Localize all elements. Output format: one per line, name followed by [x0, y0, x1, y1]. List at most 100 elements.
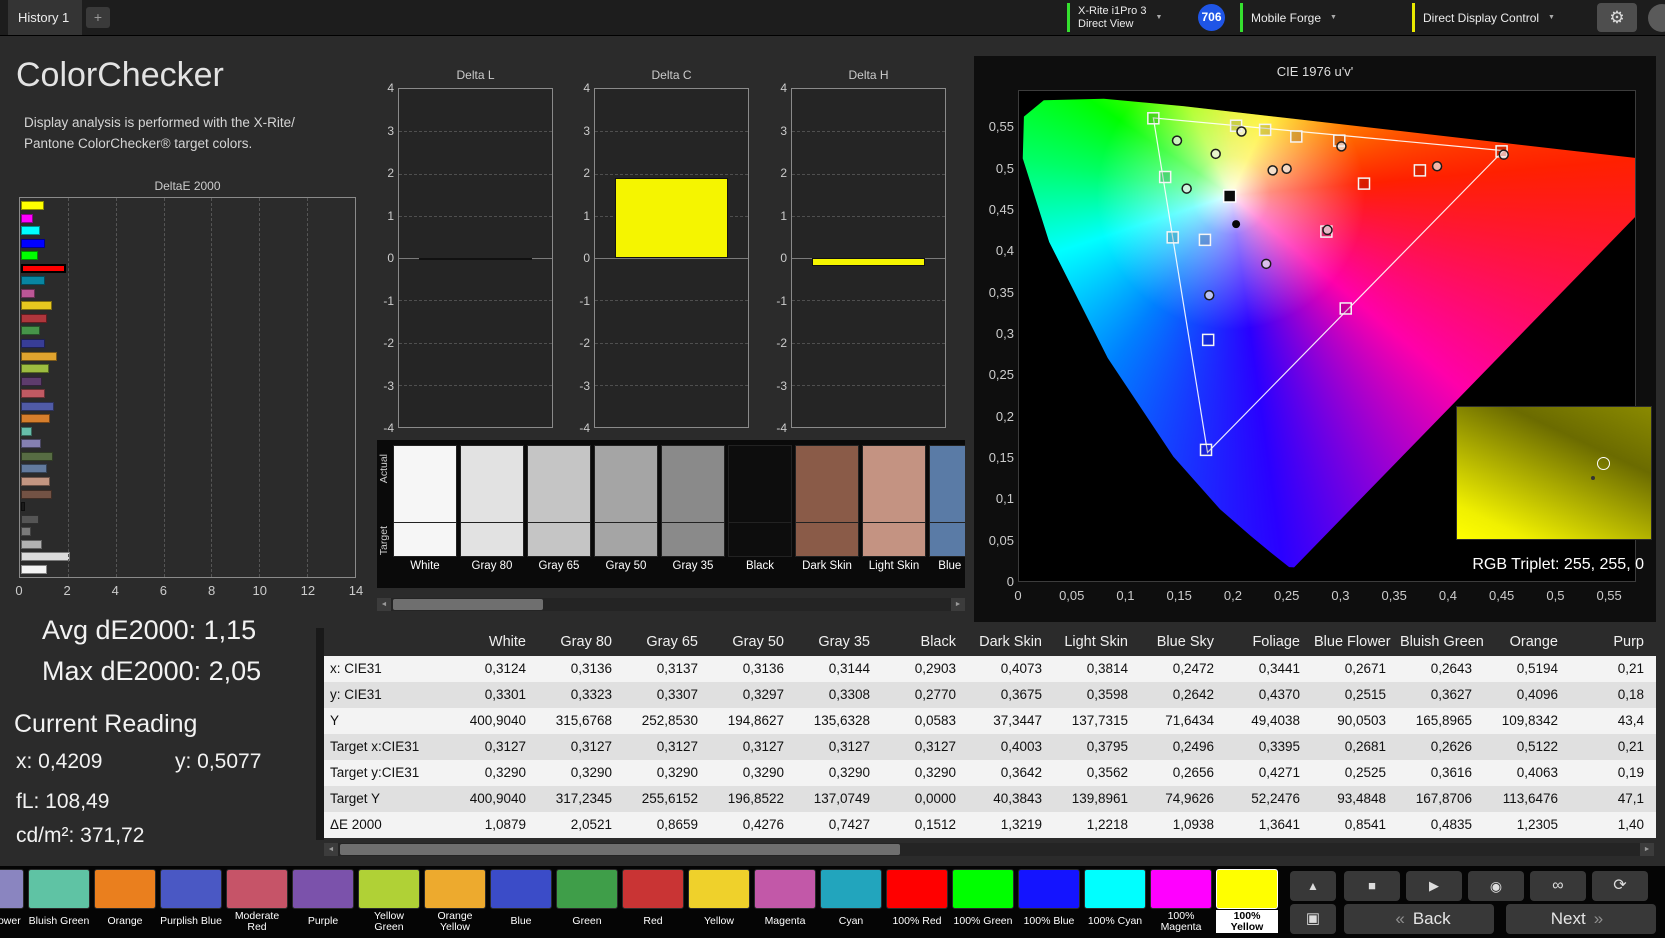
scrollbar-thumb[interactable]: [340, 844, 900, 855]
display-control-status-bar: [1412, 3, 1415, 32]
patch-button-100-yellow[interactable]: 100% Yellow: [1216, 869, 1278, 933]
table-cell: 135,6328: [798, 708, 884, 734]
gridline: [792, 300, 945, 302]
meter-mode: Direct View: [1078, 17, 1134, 30]
capture-button[interactable]: ◉: [1468, 871, 1524, 901]
axis-tick-label: 0,55: [1596, 588, 1622, 603]
current-measurement-marker: [1232, 220, 1241, 229]
table-header-cell: Light Skin: [1064, 634, 1128, 650]
table-header-cell: White: [488, 634, 526, 650]
scroll-left-icon[interactable]: ◄: [377, 598, 391, 611]
patch-button-100-red[interactable]: 100% Red: [886, 869, 948, 933]
patch-button-100-magenta[interactable]: 100% Magenta: [1150, 869, 1212, 933]
next-button[interactable]: Next»: [1506, 904, 1656, 934]
table-cell: 0,3675: [970, 682, 1056, 708]
axis-tick-label: 2: [63, 583, 71, 598]
swatch-scrollbar[interactable]: ◄ ►: [377, 598, 965, 611]
patch-swatch: [688, 869, 750, 909]
table-cell: 0,4835: [1400, 812, 1486, 838]
patch-button-100-blue[interactable]: 100% Blue: [1018, 869, 1080, 933]
continuous-loop-button[interactable]: ∞: [1530, 871, 1586, 901]
chevron-down-icon[interactable]: ▼: [1330, 14, 1337, 21]
table-cell: 1,40: [1572, 812, 1656, 838]
patch-button-yellow-green[interactable]: Yellow Green: [358, 869, 420, 933]
capture-icon: ◉: [1489, 878, 1503, 894]
scroll-right-icon[interactable]: ►: [1640, 843, 1654, 856]
axis-tick-label: 0: [780, 251, 787, 265]
table-scrollbar[interactable]: ◄ ►: [324, 843, 1654, 856]
patch-button-moderate-red[interactable]: Moderate Red: [226, 869, 288, 933]
patch-label: Cyan: [838, 915, 864, 927]
mini-chart-title: Delta L: [456, 68, 495, 82]
target-marker: [1158, 170, 1172, 184]
axis-tick-label: 6: [159, 583, 168, 598]
patch-button-magenta[interactable]: Magenta: [754, 869, 816, 933]
deltae-bar: [21, 301, 52, 311]
display-control-selector[interactable]: Direct Display Control ▼: [1412, 0, 1590, 35]
patch-button-bluish-green[interactable]: Bluish Green: [28, 869, 90, 933]
patch-button-100-green[interactable]: 100% Green: [952, 869, 1014, 933]
table-header-cell: Dark Skin: [979, 634, 1042, 650]
table-cell: 0,3627: [1400, 682, 1486, 708]
table-cell: 0,3127: [712, 734, 798, 760]
patch-button-orange-yellow[interactable]: Orange Yellow: [424, 869, 486, 933]
scrollbar-thumb[interactable]: [393, 599, 543, 610]
table-cell: 194,8627: [712, 708, 798, 734]
scroll-left-icon[interactable]: ◄: [324, 843, 338, 856]
tab-history-1[interactable]: History 1: [8, 0, 82, 35]
deltae-bar: [21, 339, 45, 349]
patch-button-blue-flower[interactable]: Blue Flower: [0, 869, 24, 933]
meter-selector[interactable]: X-Rite i1Pro 3 Direct View ▼: [1067, 0, 1193, 35]
cie-diagram-panel: CIE 1976 u'v' 0 0,05 0,1 0,15 0,2 0,25 0,3 0,35…: [974, 56, 1656, 622]
deltae-bar: [21, 464, 47, 474]
patch-button-purplish-blue[interactable]: Purplish Blue: [160, 869, 222, 933]
stop-button[interactable]: ■: [1344, 871, 1400, 901]
patch-swatch: [1018, 869, 1080, 909]
meter-name: X-Rite i1Pro 3: [1078, 4, 1147, 17]
measure-button[interactable]: ▶: [1406, 871, 1462, 901]
axis-tick-label: 0,35: [988, 284, 1014, 300]
axis-tick-label: 0,5: [1546, 588, 1565, 603]
new-tab-button[interactable]: +: [86, 7, 110, 28]
table-cell: 74,9626: [1142, 786, 1228, 812]
table-cell: 0,2626: [1400, 734, 1486, 760]
gridline: [399, 300, 552, 302]
patch-button-purple[interactable]: Purple: [292, 869, 354, 933]
swatch-column: White: [393, 445, 457, 572]
table-cell: 0,2671: [1314, 656, 1400, 682]
axis-tick-label: 0: [1014, 588, 1022, 603]
table-cell: 0,5122: [1486, 734, 1572, 760]
clipped-round-button[interactable]: [1648, 4, 1665, 32]
scroll-right-icon[interactable]: ►: [951, 598, 965, 611]
patch-button-red[interactable]: Red: [622, 869, 684, 933]
patch-swatch: [1150, 869, 1212, 909]
table-cell: 0,4271: [1228, 760, 1314, 786]
display-control-name: Direct Display Control: [1423, 10, 1540, 25]
chevron-down-icon[interactable]: ▼: [1548, 14, 1555, 21]
table-cell: 137,0749: [798, 786, 884, 812]
table-cell: 0,3137: [626, 656, 712, 682]
pattern-window-button[interactable]: ▣: [1290, 904, 1336, 934]
table-cell: 0,3136: [712, 656, 798, 682]
gridline: [399, 384, 552, 386]
patch-swatch: [94, 869, 156, 909]
mini-chart: [791, 88, 946, 428]
chevron-down-icon[interactable]: ▼: [1155, 14, 1162, 21]
measurement-marker: [1203, 289, 1215, 301]
pattern-popup-button[interactable]: ▲: [1290, 871, 1336, 901]
patch-button-100-cyan[interactable]: 100% Cyan: [1084, 869, 1146, 933]
patch-button-cyan[interactable]: Cyan: [820, 869, 882, 933]
axis-tick-label: 14: [348, 583, 364, 598]
table-row-label: y: CIE31: [324, 682, 454, 708]
back-button[interactable]: «Back: [1344, 904, 1494, 934]
refresh-button[interactable]: ⟳: [1592, 871, 1648, 901]
settings-button[interactable]: ⚙: [1597, 3, 1637, 32]
patch-button-yellow[interactable]: Yellow: [688, 869, 750, 933]
table-cell: 1,0938: [1142, 812, 1228, 838]
measurement-marker: [1336, 141, 1347, 152]
patch-button-green[interactable]: Green: [556, 869, 618, 933]
table-cell: 0,2642: [1142, 682, 1228, 708]
patch-button-orange[interactable]: Orange: [94, 869, 156, 933]
source-selector[interactable]: Mobile Forge ▼: [1240, 0, 1390, 35]
patch-button-blue[interactable]: Blue: [490, 869, 552, 933]
